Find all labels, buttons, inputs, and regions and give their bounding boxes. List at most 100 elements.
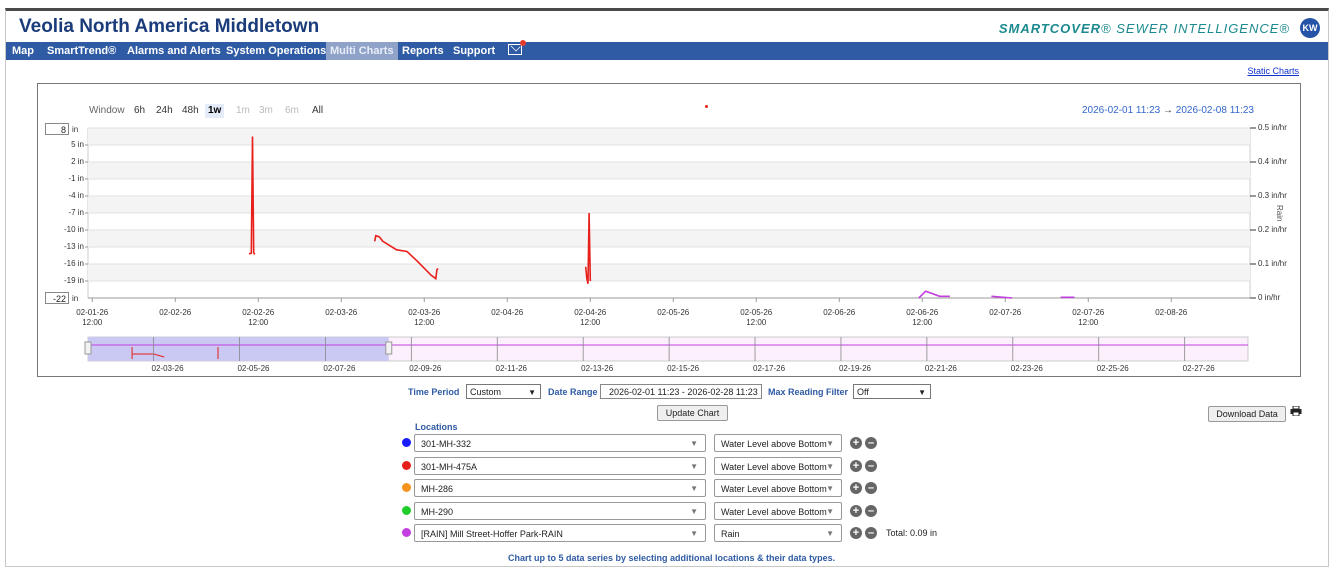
chevron-down-icon: ▼ xyxy=(690,484,698,493)
max-reading-filter-value: Off xyxy=(857,387,869,397)
location-row: 301-MH-332 ▼ Water Level above Bottom ▼ + – xyxy=(400,433,960,453)
add-series-icon[interactable]: + xyxy=(850,437,862,449)
location-row: 301-MH-475A ▼ Water Level above Bottom ▼ + – xyxy=(400,456,960,476)
navigator-tick-label: 02-07-26 xyxy=(323,364,356,373)
nav-item-smarttrend[interactable]: SmartTrend® xyxy=(43,42,120,60)
date-range-input[interactable]: 2026-02-01 11:23 - 2026-02-28 11:23 xyxy=(600,384,762,399)
data-type-select[interactable]: Water Level above Bottom ▼ xyxy=(714,501,842,520)
navigator-selection[interactable] xyxy=(88,337,389,361)
location-select[interactable]: MH-286 ▼ xyxy=(414,479,706,497)
nav-item-alarms-and-alerts[interactable]: Alarms and Alerts xyxy=(123,42,225,60)
app-header: Veolia North America Middletown SMARTCOV… xyxy=(6,11,1328,42)
navigator-tick-label: 02-11-26 xyxy=(495,364,527,373)
max-reading-filter-select[interactable]: Off ▼ xyxy=(853,384,931,399)
main-nav: Map SmartTrend® Alarms and Alerts System… xyxy=(6,40,1328,60)
time-period-label: Time Period xyxy=(408,387,460,397)
navigator-tick-label: 02-05-26 xyxy=(237,364,270,373)
chevron-down-icon: ▼ xyxy=(826,506,834,516)
chevron-down-icon: ▼ xyxy=(690,439,698,448)
nav-item-multi-charts[interactable]: Multi Charts xyxy=(326,42,398,60)
notification-dot-icon xyxy=(520,40,526,46)
chevron-down-icon: ▼ xyxy=(826,484,834,493)
data-type-value: Rain xyxy=(721,529,740,539)
data-type-select[interactable]: Water Level above Bottom ▼ xyxy=(714,456,842,475)
chevron-down-icon: ▼ xyxy=(528,388,536,397)
locations-label: Locations xyxy=(415,422,458,432)
chevron-down-icon: ▼ xyxy=(826,529,834,538)
navigator-tick-label: 02-09-26 xyxy=(409,364,442,373)
location-name: 301-MH-332 xyxy=(421,439,472,449)
remove-series-icon[interactable]: – xyxy=(865,459,877,472)
data-type-value: Water Level above Bottom xyxy=(721,461,827,472)
add-series-icon[interactable]: + xyxy=(850,527,862,539)
navigator-tick-label: 02-03-26 xyxy=(151,364,184,373)
location-name: MH-290 xyxy=(421,506,454,517)
add-series-icon[interactable]: + xyxy=(850,504,862,517)
brand-logo: SMARTCOVER® SEWER INTELLIGENCE® xyxy=(999,21,1290,36)
navigator-tick-label: 02-23-26 xyxy=(1010,364,1043,373)
location-select[interactable]: 301-MH-332 ▼ xyxy=(414,434,706,452)
static-charts-link[interactable]: Static Charts xyxy=(1247,66,1299,76)
location-select[interactable]: 301-MH-475A ▼ xyxy=(414,456,706,475)
chevron-down-icon: ▼ xyxy=(826,439,834,448)
location-name: 301-MH-475A xyxy=(421,461,478,472)
chevron-down-icon: ▼ xyxy=(690,461,698,471)
add-series-icon[interactable]: + xyxy=(850,459,862,472)
time-period-value: Custom xyxy=(470,387,502,397)
nav-item-reports[interactable]: Reports xyxy=(398,42,448,60)
chevron-down-icon: ▼ xyxy=(690,506,698,516)
remove-series-icon[interactable]: – xyxy=(865,482,877,494)
brand-logo-main: SMARTCOVER xyxy=(998,21,1102,36)
data-type-select[interactable]: Water Level above Bottom ▼ xyxy=(714,434,842,452)
chart-container: Window 6h 24h 48h 1w 1m 3m 6m All 2026-0… xyxy=(37,83,1301,377)
download-data-button[interactable]: Download Data xyxy=(1208,406,1286,422)
add-series-icon[interactable]: + xyxy=(850,482,862,494)
navigator[interactable] xyxy=(38,84,1300,376)
navigator-tick-label: 02-21-26 xyxy=(924,364,957,373)
navigator-right-handle[interactable] xyxy=(385,341,393,355)
location-row: MH-286 ▼ Water Level above Bottom ▼ + – xyxy=(400,478,960,498)
location-row: MH-290 ▼ Water Level above Bottom ▼ + – xyxy=(400,501,960,521)
max-reading-filter-label: Max Reading Filter xyxy=(768,387,849,397)
remove-series-icon[interactable]: – xyxy=(865,504,877,517)
navigator-tick-label: 02-15-26 xyxy=(667,364,700,373)
remove-series-icon[interactable]: – xyxy=(865,527,877,539)
data-type-value: Water Level above Bottom xyxy=(721,506,827,517)
chevron-down-icon: ▼ xyxy=(826,461,834,471)
navigator-tick-label: 02-27-26 xyxy=(1182,364,1215,373)
footer-note: Chart up to 5 data series by selecting a… xyxy=(508,553,836,563)
user-avatar[interactable]: KW xyxy=(1300,18,1320,38)
series-total: Total: 0.09 in xyxy=(886,528,938,538)
nav-item-system-operations[interactable]: System Operations xyxy=(222,42,330,60)
chevron-down-icon: ▼ xyxy=(918,388,926,397)
series-color-dot xyxy=(402,438,411,447)
location-select[interactable]: [RAIN] Mill Street-Hoffer Park-RAIN ▼ xyxy=(414,524,706,542)
nav-item-support[interactable]: Support xyxy=(449,42,499,60)
printer-icon[interactable] xyxy=(1290,406,1302,416)
navigator-tick-label: 02-25-26 xyxy=(1096,364,1129,373)
brand-logo-rest: ® SEWER INTELLIGENCE® xyxy=(1101,21,1290,36)
remove-series-icon[interactable]: – xyxy=(865,437,877,449)
data-type-select[interactable]: Water Level above Bottom ▼ xyxy=(714,479,842,497)
location-name: [RAIN] Mill Street-Hoffer Park-RAIN xyxy=(421,529,563,539)
series-color-dot xyxy=(402,505,411,515)
navigator-tick-label: 02-13-26 xyxy=(581,364,614,373)
navigator-tick-label: 02-17-26 xyxy=(753,364,786,373)
envelope-icon[interactable] xyxy=(508,40,526,55)
chevron-down-icon: ▼ xyxy=(690,529,698,538)
organization-title: Veolia North America Middletown xyxy=(19,16,320,37)
nav-item-map[interactable]: Map xyxy=(8,42,38,60)
location-row: [RAIN] Mill Street-Hoffer Park-RAIN ▼ Rain… xyxy=(400,523,960,543)
series-color-dot xyxy=(402,528,411,537)
update-chart-button[interactable]: Update Chart xyxy=(657,405,728,421)
date-range-label: Date Range xyxy=(548,387,598,397)
series-color-dot xyxy=(402,460,411,470)
data-type-value: Water Level above Bottom xyxy=(721,439,827,449)
location-name: MH-286 xyxy=(421,484,454,494)
location-select[interactable]: MH-290 ▼ xyxy=(414,501,706,520)
data-type-select[interactable]: Rain ▼ xyxy=(714,524,842,542)
series-color-dot xyxy=(402,483,411,492)
navigator-left-handle[interactable] xyxy=(84,341,92,355)
time-period-select[interactable]: Custom ▼ xyxy=(466,384,541,399)
navigator-tick-label: 02-19-26 xyxy=(838,364,871,373)
